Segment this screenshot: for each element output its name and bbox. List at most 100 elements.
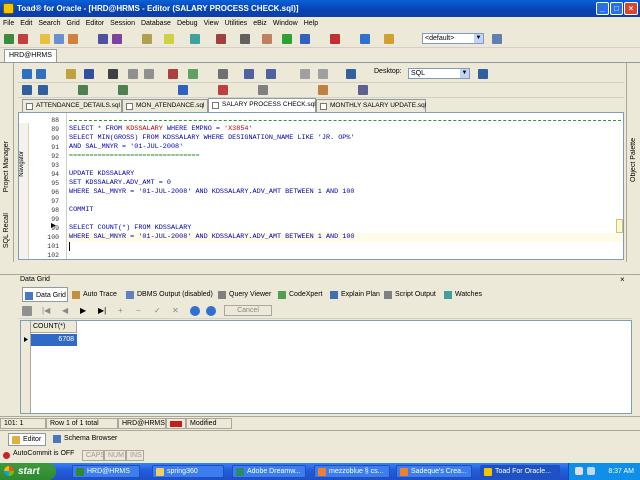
- editor-tab-mon-attendance[interactable]: MON_ATENDANCE.sql: [122, 99, 208, 112]
- tray-volume-icon[interactable]: [575, 467, 583, 475]
- tab-editor-window[interactable]: Editor: [8, 433, 46, 446]
- indent-icon[interactable]: [78, 85, 88, 95]
- object-palette-tab[interactable]: Object Palette: [630, 138, 637, 182]
- session-icon[interactable]: [142, 34, 152, 44]
- start-button[interactable]: start: [0, 463, 56, 480]
- menu-database[interactable]: Database: [138, 17, 174, 30]
- script-icon[interactable]: [240, 34, 250, 44]
- menu-debug[interactable]: Debug: [174, 17, 201, 30]
- execute-icon[interactable]: [22, 69, 32, 79]
- upload-icon[interactable]: [360, 34, 370, 44]
- filter-icon[interactable]: [22, 306, 32, 316]
- tab-codexpert[interactable]: CodeXpert: [276, 287, 326, 302]
- debug-icon[interactable]: [282, 34, 292, 44]
- menu-help[interactable]: Help: [301, 17, 321, 30]
- menu-session[interactable]: Session: [107, 17, 138, 30]
- menu-editor[interactable]: Editor: [83, 17, 107, 30]
- sql-icon[interactable]: [68, 34, 78, 44]
- disconnect-icon[interactable]: [18, 34, 28, 44]
- minimize-button[interactable]: _: [596, 2, 609, 15]
- project-manager-tab[interactable]: Project Manager: [3, 141, 10, 192]
- task-sadeque[interactable]: Sadeque's Crea...: [396, 465, 472, 478]
- editor-icon[interactable]: [40, 34, 50, 44]
- autocommit-status[interactable]: AutoCommit is OFF: [13, 450, 74, 457]
- comment-icon[interactable]: [118, 85, 128, 95]
- forward-icon[interactable]: [318, 69, 328, 79]
- menu-grid[interactable]: Grid: [64, 17, 83, 30]
- task-mezzoblue[interactable]: mezzoblue § cs...: [314, 465, 390, 478]
- cancel-edit-icon[interactable]: ✕: [172, 306, 179, 315]
- report-icon[interactable]: [216, 34, 226, 44]
- task-hrd-hrms[interactable]: HRD@HRMS: [72, 465, 140, 478]
- task-dreamweaver[interactable]: Adobe Dreamw...: [232, 465, 306, 478]
- menu-search[interactable]: Search: [35, 17, 63, 30]
- navigator-tab[interactable]: Navigator: [19, 151, 25, 177]
- schema-browser-icon[interactable]: [54, 34, 64, 44]
- menu-view[interactable]: View: [201, 17, 222, 30]
- close-panel-icon[interactable]: ×: [620, 275, 625, 284]
- stop-icon[interactable]: [218, 85, 228, 95]
- tab-auto-trace[interactable]: Auto Trace: [70, 287, 122, 302]
- next-record-icon[interactable]: ▶: [80, 306, 86, 315]
- first-record-icon[interactable]: |◀: [42, 306, 50, 315]
- menu-edit[interactable]: Edit: [17, 17, 35, 30]
- error-icon[interactable]: [330, 34, 340, 44]
- editor-scroll-marker[interactable]: [616, 219, 623, 233]
- tab-schema-browser[interactable]: Schema Browser: [50, 433, 118, 446]
- editor-tab-monthly-salary[interactable]: MONTHLY SALARY UPDATE.sql: [316, 99, 426, 112]
- open-file-icon[interactable]: [66, 69, 76, 79]
- sql-editor[interactable]: Navigator 88 89 SELECT * FROM KDSSALARY …: [18, 112, 624, 260]
- back-icon[interactable]: [300, 69, 310, 79]
- connect-icon[interactable]: [4, 34, 14, 44]
- layout-icon[interactable]: [492, 34, 502, 44]
- sql-recall-tab[interactable]: SQL Recall: [3, 213, 10, 248]
- tray-network-icon[interactable]: [587, 467, 595, 475]
- menu-ebiz[interactable]: eBiz: [250, 17, 270, 30]
- desktop-select[interactable]: SQL ▼: [408, 68, 470, 79]
- close-button[interactable]: ×: [624, 2, 638, 15]
- nav-icon[interactable]: [22, 85, 32, 95]
- tab-watches[interactable]: Watches: [442, 287, 486, 302]
- describe-icon[interactable]: [266, 69, 276, 79]
- procedure-icon[interactable]: [112, 34, 122, 44]
- toggle-case-icon[interactable]: [258, 85, 268, 95]
- pin-icon[interactable]: [318, 85, 328, 95]
- menu-file[interactable]: File: [0, 17, 17, 30]
- data-grid[interactable]: COUNT(*) 6708: [20, 320, 632, 414]
- outline-icon[interactable]: [178, 85, 188, 95]
- users-icon[interactable]: [206, 306, 216, 316]
- bookmark-icon[interactable]: [38, 85, 48, 95]
- copy-icon[interactable]: [144, 69, 154, 79]
- save-icon[interactable]: [84, 69, 94, 79]
- connection-tab[interactable]: HRD@HRMS: [4, 49, 57, 62]
- ddl-icon[interactable]: [244, 69, 254, 79]
- configuration-select[interactable]: <default> ▼: [422, 33, 484, 44]
- compare-icon[interactable]: [190, 34, 200, 44]
- macro-icon[interactable]: [358, 85, 368, 95]
- desktop-settings-icon[interactable]: [478, 69, 488, 79]
- user-icon[interactable]: [190, 306, 200, 316]
- prev-record-icon[interactable]: ◀: [62, 306, 68, 315]
- task-toad-for-oracle[interactable]: Toad For Oracle...: [480, 465, 560, 478]
- editor-tab-salary-process[interactable]: SALARY PROCESS CHECK.sql: [208, 98, 316, 112]
- tab-query-viewer[interactable]: Query Viewer: [216, 287, 274, 302]
- post-edit-icon[interactable]: ✓: [154, 306, 161, 315]
- trace-icon[interactable]: [262, 34, 272, 44]
- explain-icon[interactable]: [164, 34, 174, 44]
- print-icon[interactable]: [108, 69, 118, 79]
- tab-explain-plan[interactable]: Explain Plan: [328, 287, 380, 302]
- tab-script-output[interactable]: Script Output: [382, 287, 440, 302]
- execute-script-icon[interactable]: [36, 69, 46, 79]
- tab-data-grid[interactable]: Data Grid: [22, 287, 68, 302]
- insert-record-icon[interactable]: +: [118, 306, 123, 315]
- find-icon[interactable]: [218, 69, 228, 79]
- cancel-button[interactable]: Cancel: [224, 305, 272, 316]
- undo-icon[interactable]: [188, 69, 198, 79]
- menu-utilities[interactable]: Utilities: [222, 17, 251, 30]
- cut-icon[interactable]: [128, 69, 138, 79]
- column-header-count[interactable]: COUNT(*): [31, 321, 77, 333]
- tab-dbms-output[interactable]: DBMS Output (disabled): [124, 287, 214, 302]
- grid-cell[interactable]: 6708: [31, 334, 77, 346]
- delete-record-icon[interactable]: −: [136, 306, 141, 315]
- editor-tab-attendance[interactable]: ATTENDANCE_DETAILS.sql: [22, 99, 122, 112]
